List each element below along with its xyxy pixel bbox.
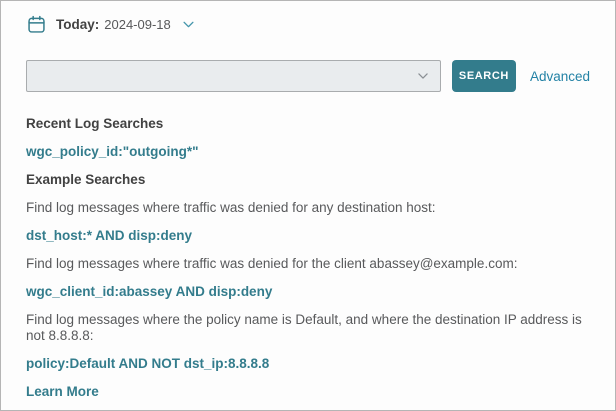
example-searches-heading: Example Searches <box>26 172 590 188</box>
log-search-panel: Today: 2024-09-18 SEARCH Advanced Recent… <box>0 0 616 411</box>
date-range-value: 2024-09-18 <box>104 17 171 32</box>
date-range-label: Today: <box>56 17 99 32</box>
example-description: Find log messages where the policy name … <box>26 312 590 344</box>
chevron-down-icon[interactable] <box>416 69 430 83</box>
calendar-icon <box>26 14 47 35</box>
example-query-link[interactable]: dst_host:* AND disp:deny <box>26 228 192 244</box>
search-help-content: Recent Log Searches wgc_policy_id:"outgo… <box>1 92 615 400</box>
date-range-selector[interactable]: Today: 2024-09-18 <box>1 1 615 35</box>
search-bar: SEARCH Advanced <box>26 60 590 92</box>
example-description: Find log messages where traffic was deni… <box>26 256 590 272</box>
example-query-link[interactable]: policy:Default AND NOT dst_ip:8.8.8.8 <box>26 356 269 372</box>
chevron-down-icon[interactable] <box>181 17 196 32</box>
search-input[interactable] <box>26 60 441 92</box>
recent-search-link[interactable]: wgc_policy_id:"outgoing*" <box>26 144 199 160</box>
search-button[interactable]: SEARCH <box>452 60 516 92</box>
example-query-link[interactable]: wgc_client_id:abassey AND disp:deny <box>26 284 272 300</box>
recent-searches-heading: Recent Log Searches <box>26 116 590 132</box>
example-description: Find log messages where traffic was deni… <box>26 200 590 216</box>
learn-more-link[interactable]: Learn More <box>26 384 99 400</box>
advanced-link[interactable]: Advanced <box>530 69 590 84</box>
